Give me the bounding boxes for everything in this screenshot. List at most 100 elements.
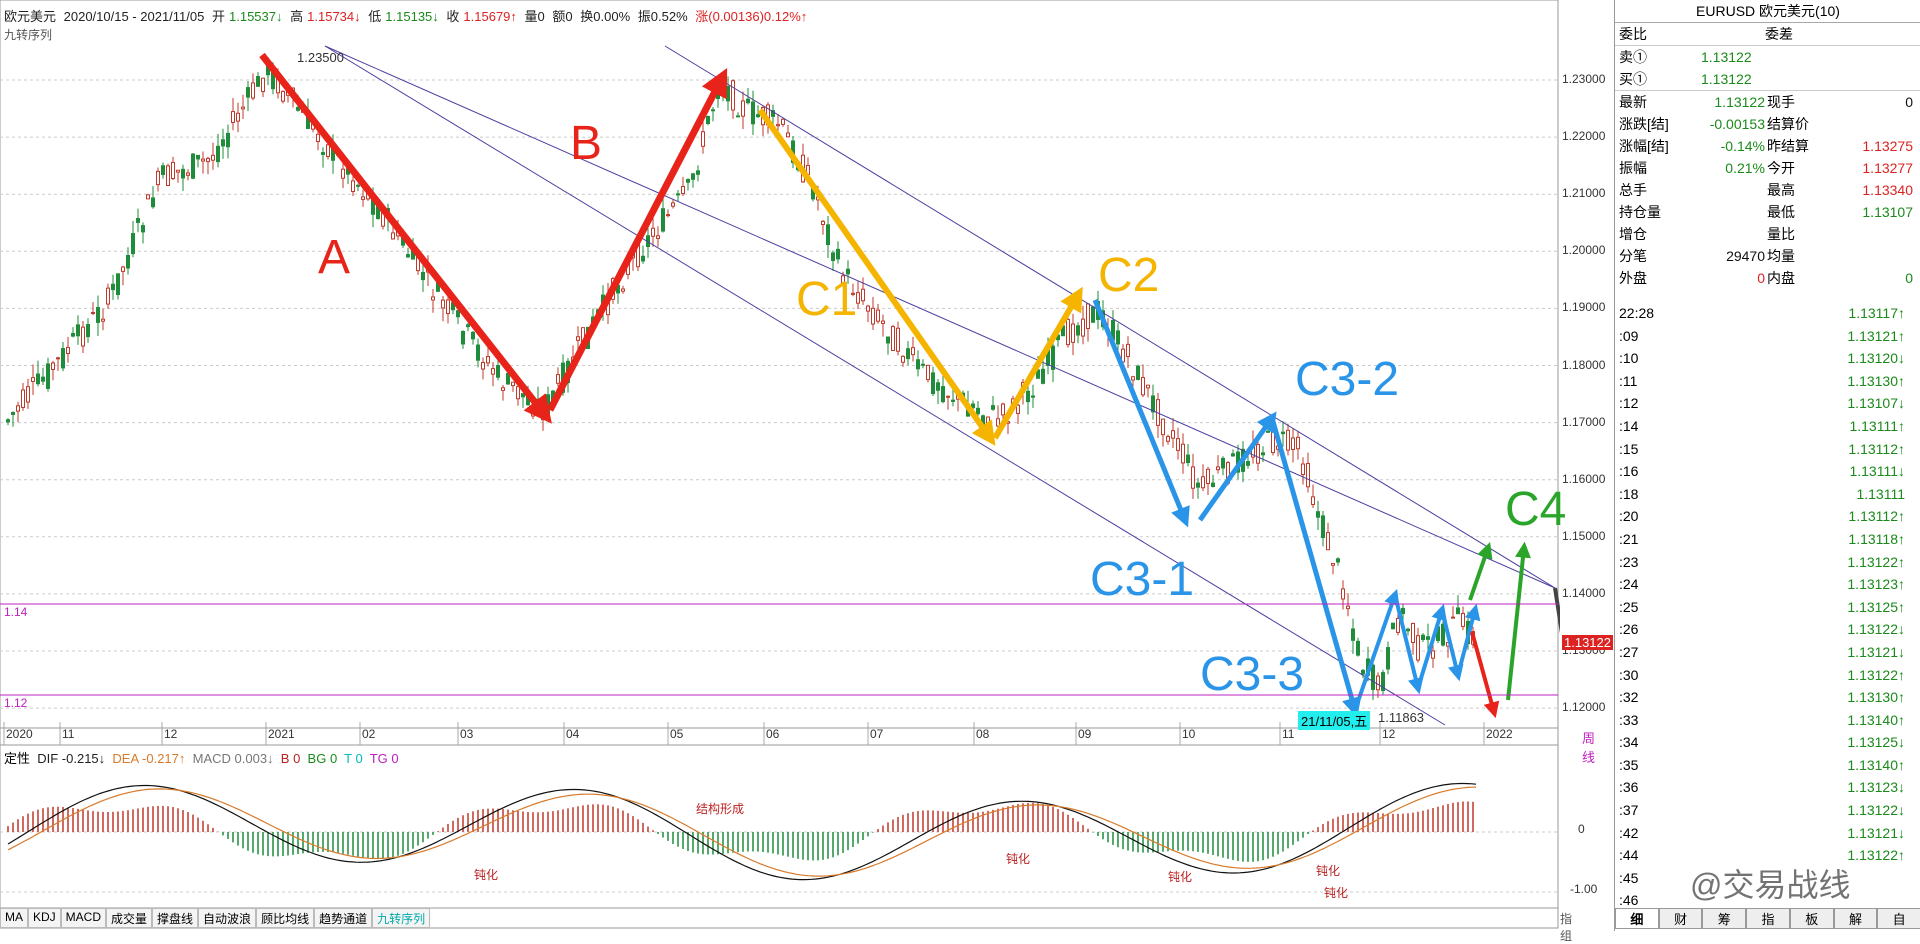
candle: [1386, 641, 1390, 675]
candle: [31, 364, 35, 396]
tick-row: :25 1.13125↑: [1615, 596, 1920, 619]
panel-tab[interactable]: 指: [1746, 908, 1790, 929]
indicator-tab[interactable]: 九转序列: [372, 908, 431, 928]
quote-panel: EURUSD 欧元美元(10) 委比 委差 卖① 1.13122 买① 1.13…: [1614, 0, 1920, 931]
buy-row: 买① 1.13122: [1615, 68, 1920, 91]
bottom-right-controls[interactable]: 指 组: [1560, 910, 1572, 944]
panel-tab[interactable]: 自: [1877, 908, 1920, 929]
tick-time: :20: [1619, 508, 1639, 525]
tick-row: :10 1.13120↓: [1615, 347, 1920, 370]
candle: [691, 172, 695, 188]
tick-time: :24: [1619, 576, 1639, 593]
quote-info-bar: 欧元美元 2020/10/15 - 2021/11/05 开 1.15537↓ 高…: [4, 6, 811, 25]
tick-row: :18 1.13111: [1615, 483, 1920, 506]
candle: [1421, 633, 1425, 643]
candle: [666, 209, 670, 218]
indicator-tab[interactable]: KDJ: [28, 908, 61, 928]
panel-tab[interactable]: 细: [1615, 908, 1659, 929]
tick-time: :11: [1619, 372, 1638, 389]
high-label: 高: [290, 9, 304, 24]
indicator-tab[interactable]: 撑盘线: [152, 908, 199, 928]
b-value: B 0: [280, 751, 301, 766]
indicator-tab[interactable]: MA: [0, 908, 28, 928]
tick-time: :21: [1619, 530, 1639, 547]
date-tick: 07: [870, 727, 884, 741]
candle: [81, 321, 85, 353]
tick-price: 1.13140↑: [1847, 756, 1905, 773]
candle: [101, 308, 105, 331]
tick-row: :35 1.13140↑: [1615, 754, 1920, 777]
stat-row: 分笔 29470 均量: [1615, 245, 1920, 267]
candle: [151, 186, 155, 209]
date-tick: 05: [670, 727, 684, 741]
candle: [521, 393, 525, 408]
indicator-tab[interactable]: 自动波浪: [198, 908, 257, 928]
tick-time: :37: [1619, 802, 1639, 819]
candle: [56, 356, 60, 371]
tick-row: :23 1.13122↑: [1615, 551, 1920, 574]
volume-value: 量0: [524, 9, 545, 24]
panel-tab[interactable]: 财: [1658, 908, 1703, 929]
bg-value: BG 0: [307, 751, 338, 766]
tick-list[interactable]: 22:28 1.13117↑:09 1.13121↑:10 1.13120↓:11 1.…: [1615, 302, 1920, 912]
tick-time: :16: [1619, 463, 1639, 480]
tick-time: :33: [1619, 711, 1639, 728]
candle: [1196, 477, 1200, 499]
candle: [926, 364, 930, 383]
stat-value: -0.00153: [1709, 116, 1765, 132]
indicator-tab[interactable]: 趋势通道: [314, 908, 373, 928]
price-tick: 1.18000: [1562, 357, 1606, 372]
candle: [241, 94, 245, 119]
tick-row: :42 1.13121↓: [1615, 822, 1920, 845]
candle: [556, 367, 560, 387]
price-tick: 1.21000: [1562, 186, 1606, 201]
wave-arrow: [259, 52, 552, 424]
stat-row: 持仓量 最低 1.13107: [1615, 201, 1920, 223]
stat-value: -0.14%: [1720, 138, 1765, 154]
tick-time: :36: [1619, 779, 1639, 796]
candle: [821, 220, 825, 235]
panel-tab[interactable]: 板: [1789, 908, 1834, 929]
low-value: 1.15135↓: [385, 9, 439, 24]
candle: [1381, 669, 1385, 695]
candle: [1216, 455, 1220, 474]
candle: [1411, 622, 1415, 655]
tick-time: :32: [1619, 689, 1639, 706]
candle: [1346, 593, 1350, 617]
candle: [201, 151, 205, 174]
stat-value: 1.13277: [1862, 160, 1913, 176]
candle: [941, 373, 945, 404]
panel-tab[interactable]: 解: [1833, 908, 1878, 929]
candle: [316, 131, 320, 151]
watermark: @交易战线: [1690, 867, 1851, 903]
candle: [16, 401, 20, 423]
candle: [111, 274, 115, 300]
candle: [1161, 418, 1165, 447]
candle: [211, 142, 215, 170]
wave-arrow: [992, 286, 1083, 440]
panel-tab[interactable]: 筹: [1702, 908, 1747, 929]
candle: [281, 90, 285, 104]
indicator-tab[interactable]: 成交量: [106, 908, 153, 928]
candle: [1296, 430, 1300, 460]
stat-label: 量比: [1767, 226, 1795, 242]
stat-value: 1.13122: [1714, 94, 1765, 110]
candle: [231, 97, 235, 131]
wave-arrow: [1470, 631, 1500, 719]
date-tick: 06: [766, 727, 780, 741]
date-tick: 09: [1078, 727, 1092, 741]
tick-price: 1.13111↑: [1849, 417, 1905, 434]
candle: [1136, 364, 1140, 381]
candle: [116, 273, 120, 300]
price-chart[interactable]: [0, 0, 1560, 931]
indicator-tab[interactable]: 顾比均线: [256, 908, 315, 928]
stat-label: 总手: [1619, 182, 1647, 198]
tick-price: 1.13112↑: [1848, 508, 1905, 525]
tick-price: 1.13130↑: [1847, 372, 1905, 389]
tick-row: :27 1.13121↓: [1615, 641, 1920, 664]
indicator-tab[interactable]: MACD: [60, 908, 107, 928]
chart-area[interactable]: 欧元美元 2020/10/15 - 2021/11/05 开 1.15537↓ 高…: [0, 0, 1683, 943]
candle: [161, 162, 165, 179]
candle: [136, 208, 140, 233]
candle: [1076, 322, 1080, 344]
